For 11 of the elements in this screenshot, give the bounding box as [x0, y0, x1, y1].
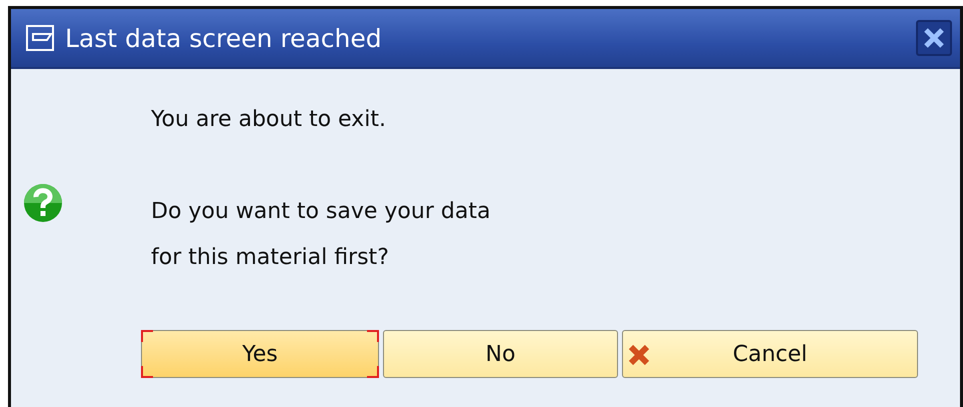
window-title: Last data screen reached	[65, 24, 383, 52]
close-icon	[922, 26, 946, 50]
message-text: for this material first?	[151, 244, 390, 272]
cancel-button[interactable]: Cancel	[622, 330, 918, 378]
question-icon	[23, 183, 63, 223]
message-text: Do you want to save your data	[151, 198, 492, 226]
message-text: You are about to exit.	[151, 106, 387, 134]
close-button[interactable]	[916, 20, 952, 56]
x-icon	[627, 343, 651, 367]
dialog-button[interactable]: Yes	[141, 330, 379, 378]
dialog-button[interactable]: No	[383, 330, 618, 378]
